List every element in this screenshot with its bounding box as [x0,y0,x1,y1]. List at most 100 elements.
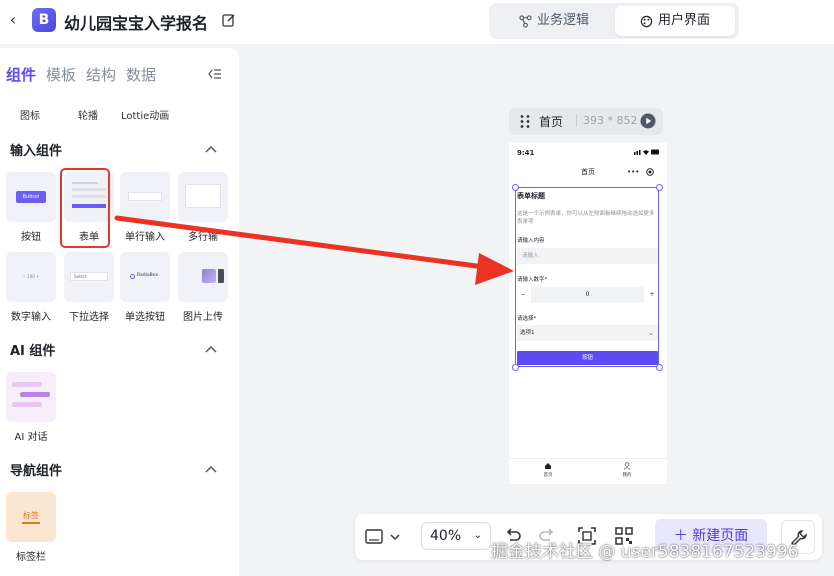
form-number-stepper[interactable]: − 0 + [517,287,658,303]
home-icon [545,463,551,469]
component-number-input[interactable]: − 100 + 数字输入 [6,252,56,323]
zoom-value: 40% [430,528,462,544]
stepper-value[interactable]: 0 [531,287,644,303]
component-panel: 组件 模板 结构 数据 图标 轮播 Lottie动画 输入组件 Button 按… [0,48,239,576]
textarea-thumb-field [185,184,221,208]
component-single-line-input[interactable]: 单行输入 [120,172,170,243]
app-title: 幼儿园宝宝入学报名 [64,14,209,33]
status-icons [634,149,659,155]
stepper-plus-button[interactable]: + [646,287,658,303]
chevron-up-icon[interactable] [205,465,217,473]
ai-chat-bubble [12,402,42,407]
ai-chat-bubble [12,382,42,387]
radio-thumbnail: RadioBox [120,252,170,302]
tab-components[interactable]: 组件 [6,64,36,88]
number-thumb-value: 100 [27,274,35,279]
ai-chat-thumbnail [6,372,56,422]
phone-tab-home[interactable]: 首页 [533,462,563,478]
mode-logic-label: 业务逻辑 [536,13,589,28]
form-select-value: 选项1 [520,330,535,336]
back-icon[interactable]: ‹ [6,10,20,30]
target-icon[interactable] [646,168,654,176]
form-label-number: 请输入数字* [517,277,548,283]
chevron-down-icon: ⌄ [473,530,482,541]
flow-icon [519,14,532,28]
more-icon[interactable]: ••• [627,168,639,176]
resize-handle[interactable] [511,363,519,371]
form-description: 这是一个示例表单，你可以从左侧面板继续拖动选如更多表单项 [517,211,655,225]
page-bar[interactable]: 首页 393 * 852 [509,108,663,135]
ai-chat-bubble [20,392,50,397]
page-name: 首页 [539,115,564,129]
chevron-up-icon[interactable] [205,145,217,153]
mode-logic-button[interactable]: 业务逻辑 [495,6,613,36]
component-tab-bar[interactable]: 标签 标签栏 [6,492,56,563]
button-thumbnail: Button [6,172,56,222]
phone-tab-home-label: 首页 [543,473,553,478]
tab-bar-thumb-indicator [22,522,40,524]
form-select[interactable]: 选项1 ⌄ [517,325,658,341]
component-ai-chat-label: AI 对话 [14,432,48,443]
drag-handle-icon[interactable] [519,114,531,129]
chevron-up-icon[interactable] [205,345,217,353]
image-upload-thumbnail [178,252,228,302]
component-dropdown[interactable]: Select 下拉选择 [64,252,114,323]
dropdown-thumb-field: Select [70,272,108,281]
component-button-label: 按钮 [21,232,41,243]
input-thumbnail [120,172,170,222]
section-nav-title: 导航组件 [10,464,63,479]
component-ai-chat[interactable]: AI 对话 [6,372,56,443]
mode-ui-button[interactable]: 用户界面 [615,6,735,36]
resize-handle[interactable] [655,363,663,371]
stepper-minus-button[interactable]: − [517,287,529,303]
zoom-select[interactable]: 40% ⌄ [421,522,491,550]
tab-templates[interactable]: 模板 [46,64,76,88]
phone-tab-mine[interactable]: 我的 [612,462,642,478]
component-radio[interactable]: RadioBox 单选按钮 [120,252,170,323]
mode-switch: 业务逻辑 用户界面 [489,3,739,39]
component-carousel[interactable]: 轮播 [78,107,98,122]
textarea-thumbnail [178,172,228,222]
component-multi-line-input-label: 多行输 [188,232,218,243]
section-ai-title: AI 组件 [10,344,56,359]
component-icon[interactable]: 图标 [20,107,40,122]
component-image-upload[interactable]: 图片上传 [178,252,228,323]
number-thumbnail: − 100 + [6,252,56,302]
chevron-down-icon: ⌄ [648,329,654,337]
tab-structure[interactable]: 结构 [86,64,116,88]
collapse-panel-icon[interactable] [208,68,222,80]
dropdown-thumbnail: Select [64,252,114,302]
component-radio-label: 单选按钮 [125,312,165,323]
button-thumb-sample: Button [16,191,46,203]
component-number-input-label: 数字输入 [11,312,51,323]
tab-data[interactable]: 数据 [126,64,156,88]
component-multi-line-input[interactable]: 多行输 [178,172,228,243]
phone-tab-bar: 首页 我的 [509,458,667,484]
resize-handle[interactable] [511,183,519,191]
status-time: 9:41 [517,149,535,157]
form-text-input[interactable]: 请输入 [517,248,658,264]
watermark: 掘金技术社区 @ user5838167523996 [491,542,799,562]
tab-bar-thumbnail: 标签 [6,492,56,542]
form-submit-button[interactable]: 按钮 [517,351,658,365]
resize-handle[interactable] [655,183,663,191]
edit-icon[interactable] [221,12,237,28]
component-image-upload-label: 图片上传 [183,312,223,323]
component-form[interactable]: 表单 [60,168,114,248]
number-thumb-stepper: − 100 + [22,274,40,279]
device-select[interactable] [365,527,403,547]
form-component[interactable]: 表单标题 这是一个示例表单，你可以从左侧面板继续拖动选如更多表单项 请输入内容 … [511,183,663,371]
media-components-row: 图标 轮播 Lottie动画 [0,107,239,123]
app-logo: B [32,8,56,32]
component-button[interactable]: Button 按钮 [6,172,56,243]
page-size: 393 * 852 [576,114,637,127]
component-lottie[interactable]: Lottie动画 [121,107,169,122]
palette-icon [640,15,653,27]
form-label-text: 请输入内容 [517,238,545,244]
nav-title: 首页 [581,168,595,176]
component-dropdown-label: 下拉选择 [69,312,109,323]
section-input-title: 输入组件 [10,144,63,159]
radio-thumb-label: RadioBox [137,273,159,278]
form-title: 表单标题 [517,192,545,200]
play-icon[interactable] [640,113,656,129]
